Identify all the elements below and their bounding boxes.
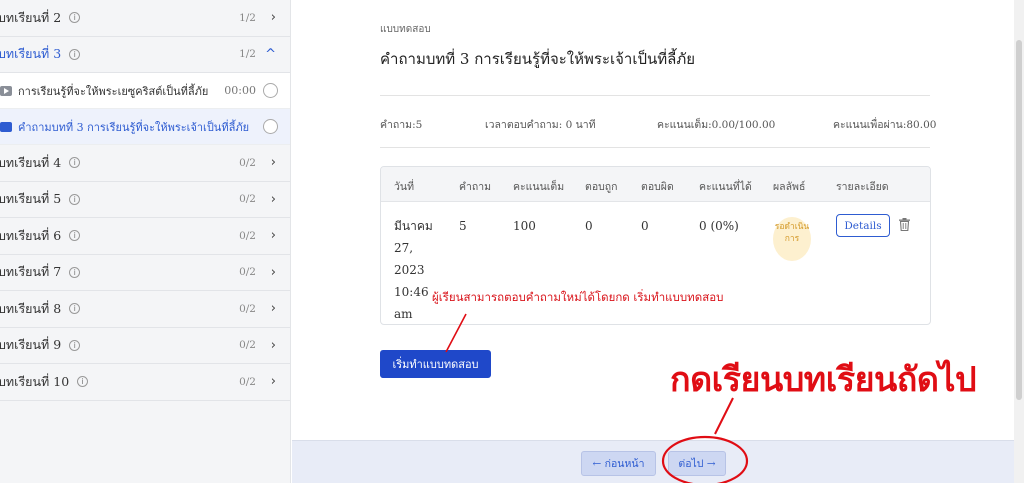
cell-full: 100 (513, 219, 536, 233)
full-score: คะแนนเต็ม:0.00/100.00 (657, 119, 776, 131)
info-icon[interactable]: i (69, 303, 81, 315)
previous-button[interactable]: ← ก่อนหน้า (581, 451, 656, 476)
chevron-right-icon[interactable]: › (271, 301, 276, 316)
info-icon[interactable]: i (69, 193, 81, 205)
sidebar-lesson-4[interactable]: บทเรียนที่ 4 i 0/2 › (0, 145, 290, 182)
quiz-icon (0, 121, 12, 132)
lesson-name: บทเรียนที่ 7 (0, 264, 62, 280)
info-icon[interactable]: i (69, 339, 81, 351)
sidebar-lesson-5[interactable]: บทเรียนที่ 5 i 0/2 › (0, 182, 290, 218)
completion-radio (263, 83, 278, 98)
course-sidebar: บทเรียนที่ 2 i 1/2 › บทเรียนที่ 3 i 1/2 … (0, 0, 291, 483)
lesson-name: บทเรียนที่ 2 (0, 9, 62, 25)
lesson-name: บทเรียนที่ 6 (0, 227, 62, 243)
lesson-progress: 1/2 (239, 48, 256, 61)
sidebar-subitem-video[interactable]: การเรียนรู้ที่จะให้พระเยซูคริสต์เป็นที่ล… (0, 73, 290, 109)
video-icon (0, 85, 12, 96)
next-button[interactable]: ต่อไป → (668, 451, 726, 476)
status-badge: รอดำเนินการ (773, 217, 811, 261)
lesson-name: บทเรียนที่ 8 (0, 300, 62, 316)
lesson-progress: 0/2 (239, 156, 256, 169)
lesson-progress: 0/2 (239, 229, 256, 242)
chevron-up-icon[interactable]: ^ (265, 47, 276, 62)
info-icon[interactable]: i (69, 230, 81, 242)
th-questions: คำถาม (459, 181, 492, 193)
lesson-name: บทเรียนที่ 9 (0, 337, 62, 353)
lesson-progress: 0/2 (239, 375, 256, 388)
chevron-right-icon[interactable]: › (271, 265, 276, 280)
lesson-list: บทเรียนที่ 4 i 0/2 › บทเรียนที่ 5 i 0/2 … (0, 145, 290, 401)
lesson-progress: 0/2 (239, 266, 256, 279)
next-lesson-annotation: กดเรียนบทเรียนถัดไป (670, 360, 977, 400)
date-year: 2023 (394, 263, 425, 277)
time-limit: เวลาตอบคำถาม: 0 นาที (485, 119, 596, 131)
pass-score: คะแนนเพื่อผ่าน:80.00 (833, 119, 937, 131)
cell-wrong: 0 (641, 219, 649, 233)
divider (380, 147, 930, 148)
scrollbar[interactable] (1014, 0, 1024, 483)
scrollbar-thumb[interactable] (1016, 40, 1022, 400)
sidebar-subitem-quiz[interactable]: คำถามบทที่ 3 การเรียนรู้ที่จะให้พระเจ้าเ… (0, 109, 290, 145)
subitem-title: การเรียนรู้ที่จะให้พระเยซูคริสต์เป็นที่ล… (18, 84, 209, 98)
cell-score: 0 (0%) (699, 219, 739, 233)
date-month: มีนาคม (394, 219, 433, 233)
th-correct: ตอบถูก (585, 181, 618, 193)
lesson-name: บทเรียนที่ 3 (0, 46, 62, 62)
sidebar-lesson-8[interactable]: บทเรียนที่ 8 i 0/2 › (0, 291, 290, 328)
th-date: วันที่ (394, 181, 414, 193)
chevron-right-icon[interactable]: › (271, 338, 276, 353)
chevron-right-icon[interactable]: › (271, 10, 276, 25)
th-score: คะแนนที่ได้ (699, 181, 752, 193)
sidebar-lesson-3[interactable]: บทเรียนที่ 3 i 1/2 ^ (0, 36, 290, 73)
section-label: แบบทดสอบ (380, 24, 431, 35)
start-quiz-button[interactable]: เริ่มทำแบบทดสอบ (380, 350, 491, 378)
lesson-progress: 0/2 (239, 302, 256, 315)
lesson-progress: 0/2 (239, 193, 256, 206)
lesson-progress: 0/2 (239, 339, 256, 352)
lesson-nav-footer: ← ก่อนหน้า ต่อไป → (292, 440, 1014, 483)
trash-icon[interactable] (899, 218, 910, 231)
sidebar-lesson-10[interactable]: บทเรียนที่ 10 i 0/2 › (0, 364, 290, 401)
date-day: 27, (394, 241, 414, 255)
th-result: ผลลัพธ์ (773, 181, 806, 193)
subitem-duration: 00:00 (224, 84, 256, 97)
info-icon[interactable]: i (69, 12, 81, 24)
th-wrong: ตอบผิด (641, 181, 674, 193)
sidebar-lesson-2[interactable]: บทเรียนที่ 2 i 1/2 › (0, 0, 290, 37)
info-icon[interactable]: i (69, 48, 81, 60)
chevron-right-icon[interactable]: › (271, 192, 276, 207)
info-icon[interactable]: i (69, 266, 81, 278)
question-count: คำถาม:5 (380, 119, 423, 131)
details-button[interactable]: Details (836, 214, 890, 237)
cell-correct: 0 (585, 219, 593, 233)
sidebar-lesson-7[interactable]: บทเรียนที่ 7 i 0/2 › (0, 255, 290, 291)
chevron-right-icon[interactable]: › (271, 155, 276, 170)
chevron-right-icon[interactable]: › (271, 374, 276, 389)
th-details: รายละเอียด (836, 181, 889, 193)
lesson-name: บทเรียนที่ 4 (0, 154, 62, 170)
hint-annotation: ผู้เรียนสามารถตอบคำถามใหม่ได้โดยกด เริ่ม… (432, 290, 724, 304)
sidebar-lesson-9[interactable]: บทเรียนที่ 9 i 0/2 › (0, 328, 290, 364)
table-header: วันที่ คำถาม คะแนนเต็ม ตอบถูก ตอบผิด คะแ… (381, 167, 930, 202)
subitem-title: คำถามบทที่ 3 การเรียนรู้ที่จะให้พระเจ้าเ… (18, 120, 250, 134)
divider (380, 95, 930, 96)
lesson-progress: 1/2 (239, 11, 256, 24)
info-icon[interactable]: i (69, 157, 81, 169)
completion-radio (263, 119, 278, 134)
quiz-panel: แบบทดสอบ คำถามบทที่ 3 การเรียนรู้ที่จะให… (292, 0, 1014, 440)
page-title: คำถามบทที่ 3 การเรียนรู้ที่จะให้พระเจ้าเ… (380, 50, 696, 68)
lesson-name: บทเรียนที่ 5 (0, 191, 62, 207)
chevron-right-icon[interactable]: › (271, 228, 276, 243)
sidebar-lesson-6[interactable]: บทเรียนที่ 6 i 0/2 › (0, 218, 290, 255)
attempt-date: มีนาคม 27, 2023 10:46 am (394, 215, 444, 324)
lesson-name: บทเรียนที่ 10 (0, 373, 70, 389)
th-full: คะแนนเต็ม (513, 181, 565, 193)
cell-questions: 5 (459, 219, 467, 233)
info-icon[interactable]: i (77, 376, 89, 388)
